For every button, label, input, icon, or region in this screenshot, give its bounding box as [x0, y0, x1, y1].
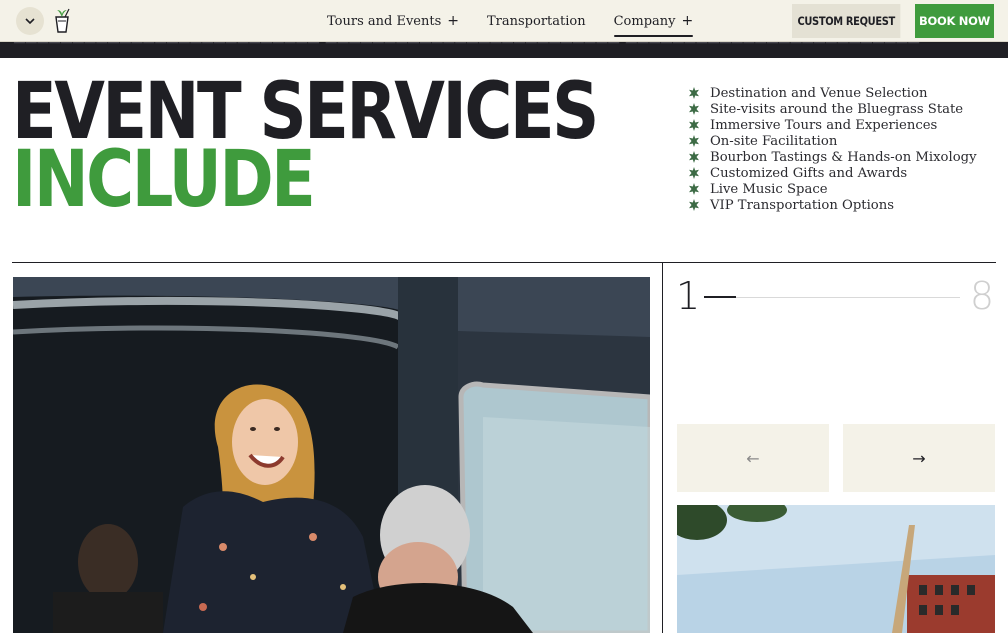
- arrow-right-icon: →: [912, 448, 926, 468]
- service-label: VIP Transportation Options: [710, 197, 894, 213]
- list-item: Customized Gifts and Awards: [688, 165, 977, 181]
- service-label: Live Music Space: [710, 181, 828, 197]
- list-item: Immersive Tours and Experiences: [688, 117, 977, 133]
- bourbon-leaf-bullet-icon: [689, 87, 699, 99]
- bourbon-leaf-bullet-icon: [689, 151, 699, 163]
- page-title: EVENT SERVICES INCLUDE: [12, 73, 708, 225]
- title-line-2: INCLUDE: [12, 135, 316, 225]
- current-slide-number: 1: [676, 274, 701, 318]
- service-label: On-site Facilitation: [710, 133, 838, 149]
- service-label: Immersive Tours and Experiences: [710, 117, 938, 133]
- total-slide-number: 8: [969, 274, 994, 318]
- marquee-strip: ▀▀▀▀▀▀▀▀▀▀▀▀▀▀▀▀▀▀▀▀▀▀▀▀▀▀ ▀▀▀▀▀▀▀▀▀▀▀▀▀…: [0, 42, 1008, 58]
- nav-transportation[interactable]: Transportation: [487, 14, 586, 29]
- plus-icon: +: [681, 13, 694, 29]
- event-photo-woman-in-van: [13, 277, 650, 633]
- plus-icon: +: [447, 13, 459, 29]
- custom-request-button[interactable]: CUSTOM REQUEST: [792, 4, 901, 38]
- slide-progress-track: [704, 297, 960, 298]
- service-label: Bourbon Tastings & Hands-on Mixology: [710, 149, 977, 165]
- chevron-down-icon[interactable]: [16, 7, 44, 35]
- event-photo-building: [677, 505, 995, 633]
- nav-label: Company: [613, 13, 676, 29]
- bourbon-leaf-bullet-icon: [689, 135, 699, 147]
- list-item: Site-visits around the Bluegrass State: [688, 101, 977, 117]
- marquee-text-decoration: ▀▀▀▀▀▀▀▀▀▀▀▀▀▀▀▀▀▀▀▀▀▀▀▀▀▀ ▀▀▀▀▀▀▀▀▀▀▀▀▀…: [14, 42, 921, 52]
- service-label: Site-visits around the Bluegrass State: [710, 101, 964, 117]
- next-slide-button[interactable]: →: [843, 424, 995, 492]
- nav-tours-and-events[interactable]: Tours and Events +: [327, 13, 459, 29]
- list-item: VIP Transportation Options: [688, 197, 977, 213]
- service-label: Customized Gifts and Awards: [710, 165, 908, 181]
- service-label: Destination and Venue Selection: [710, 85, 928, 101]
- list-item: On-site Facilitation: [688, 133, 977, 149]
- book-now-button[interactable]: BOOK NOW: [915, 4, 994, 38]
- bourbon-leaf-bullet-icon: [689, 167, 699, 179]
- mint-julep-cup-logo-icon[interactable]: [50, 8, 74, 34]
- header-left: [16, 7, 74, 35]
- bourbon-leaf-bullet-icon: [689, 183, 699, 195]
- services-list: Destination and Venue Selection Site-vis…: [688, 85, 977, 213]
- bourbon-leaf-bullet-icon: [689, 103, 699, 115]
- column-divider: [662, 263, 663, 633]
- slide-progress-fill: [704, 296, 736, 298]
- site-header: Tours and Events + Transportation Compan…: [0, 0, 1008, 42]
- arrow-left-icon: ←: [746, 448, 760, 468]
- bourbon-leaf-bullet-icon: [689, 199, 699, 211]
- list-item: Live Music Space: [688, 181, 977, 197]
- slide-counter: 1 8: [676, 274, 996, 318]
- main-nav: Tours and Events + Transportation Compan…: [327, 0, 721, 42]
- nav-company[interactable]: Company +: [613, 13, 694, 37]
- list-item: Destination and Venue Selection: [688, 85, 977, 101]
- nav-label: Transportation: [487, 13, 586, 29]
- section-divider: [12, 262, 996, 263]
- list-item: Bourbon Tastings & Hands-on Mixology: [688, 149, 977, 165]
- bourbon-leaf-bullet-icon: [689, 119, 699, 131]
- nav-label: Tours and Events: [327, 13, 442, 29]
- previous-slide-button[interactable]: ←: [677, 424, 829, 492]
